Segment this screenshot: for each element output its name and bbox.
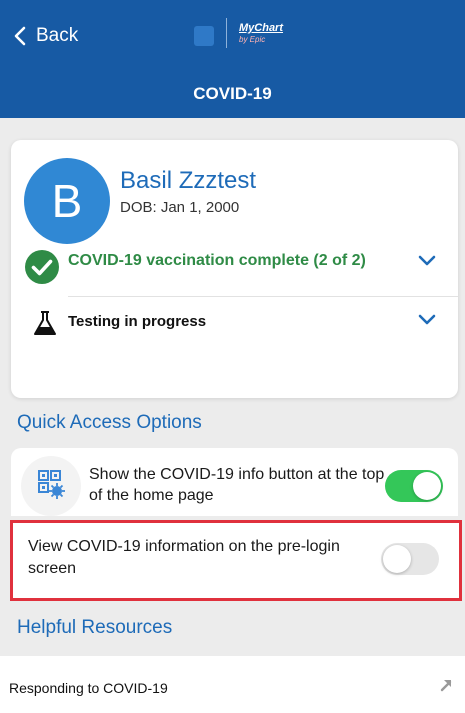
testing-status-row[interactable]: Testing in progress: [11, 300, 458, 350]
vaccination-status-row[interactable]: COVID-19 vaccination complete (2 of 2): [11, 240, 458, 296]
covid-qr-icon: [21, 456, 81, 516]
chevron-left-icon: [14, 26, 26, 46]
brand-divider: [226, 18, 227, 48]
pre-login-toggle[interactable]: [381, 543, 439, 575]
resource-link-row[interactable]: Responding to COVID-19: [0, 656, 465, 713]
check-circle-icon: [25, 250, 59, 284]
option-home-page-label: Show the COVID-19 info button at the top…: [89, 466, 385, 504]
flask-icon: [34, 311, 56, 335]
home-page-toggle[interactable]: [385, 470, 443, 502]
helpful-resources-heading: Helpful Resources: [17, 617, 173, 638]
row-divider: [68, 296, 458, 297]
patient-name: Basil Zzztest: [120, 167, 257, 194]
option-pre-login-screen: View COVID-19 information on the pre-log…: [10, 520, 462, 601]
testing-status-label: Testing in progress: [68, 313, 207, 330]
avatar: B: [24, 158, 110, 244]
top-navigation-bar: Back MyChart by Epic COVID-19: [0, 0, 465, 118]
patient-status-card: B Basil Zzztest DOB: Jan 1, 2000 COVID-1…: [11, 140, 458, 398]
mychart-logo: MyChart by Epic: [239, 22, 283, 44]
back-button[interactable]: Back: [14, 25, 78, 47]
chevron-down-icon[interactable]: [418, 314, 436, 326]
option-home-page-button: Show the COVID-19 info button at the top…: [11, 448, 458, 516]
chevron-down-icon[interactable]: [418, 255, 436, 267]
patient-dob: DOB: Jan 1, 2000: [120, 199, 240, 216]
vaccination-status-label: COVID-19 vaccination complete (2 of 2): [68, 252, 366, 269]
page-title: COVID-19: [193, 84, 272, 103]
brand-line2: by Epic: [239, 35, 266, 44]
quick-access-heading: Quick Access Options: [17, 412, 202, 433]
toggle-knob: [383, 545, 411, 573]
external-link-icon: [440, 680, 452, 692]
toggle-knob: [413, 472, 441, 500]
brand-logo: MyChart by Epic: [194, 18, 283, 48]
app-icon: [194, 26, 214, 46]
resource-link-label: Responding to COVID-19: [9, 680, 168, 696]
brand-line1: MyChart: [239, 22, 284, 34]
back-label: Back: [36, 25, 79, 46]
option-pre-login-label: View COVID-19 information on the pre-log…: [28, 538, 340, 577]
